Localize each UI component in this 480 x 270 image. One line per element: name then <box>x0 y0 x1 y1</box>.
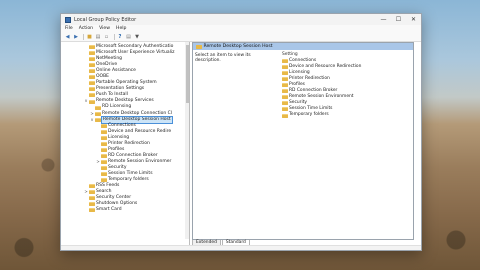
menu-help[interactable]: Help <box>116 26 126 31</box>
toolbar: ◀ ▶ ■ ▤ ▫ ? ▤ ▼ <box>61 32 421 42</box>
tree-item-label: Smart Card <box>96 207 122 213</box>
details-header-title: Remote Desktop Session Host <box>203 44 273 49</box>
folder-icon <box>282 71 288 76</box>
export-icon[interactable]: ▫ <box>103 33 110 40</box>
folder-icon <box>95 117 101 122</box>
folder-icon <box>101 159 107 164</box>
close-button[interactable]: ✕ <box>406 14 421 25</box>
folder-icon <box>101 135 107 140</box>
settings-list: Setting Connections Device and Resource R… <box>281 52 413 118</box>
minimize-button[interactable]: — <box>376 14 391 25</box>
folder-icon <box>89 81 95 86</box>
folder-icon <box>101 141 107 146</box>
help-icon[interactable]: ? <box>117 33 124 40</box>
window-controls: — ☐ ✕ <box>376 14 421 25</box>
folder-icon <box>101 147 107 152</box>
folder-icon <box>282 101 288 106</box>
maximize-button[interactable]: ☐ <box>391 14 406 25</box>
menu-bar: File Action View Help <box>61 25 421 32</box>
folder-icon <box>89 75 95 80</box>
menu-file[interactable]: File <box>65 26 73 31</box>
properties-icon[interactable]: ▤ <box>125 33 132 40</box>
folder-icon <box>282 107 288 112</box>
setting-row[interactable]: Temporary folders <box>281 112 413 118</box>
menu-action[interactable]: Action <box>79 26 93 31</box>
toolbar-separator <box>83 33 84 40</box>
details-header: Remote Desktop Session Host <box>193 43 413 50</box>
folder-icon <box>95 111 101 116</box>
filter-icon[interactable]: ▼ <box>134 33 141 40</box>
folder-icon <box>89 99 95 104</box>
folder-icon <box>89 45 95 50</box>
folder-icon <box>101 166 107 171</box>
show-tree-icon[interactable]: ▤ <box>95 33 102 40</box>
folder-icon <box>89 63 95 68</box>
folder-icon <box>282 65 288 70</box>
forward-icon[interactable]: ▶ <box>73 33 80 40</box>
folder-icon <box>89 51 95 56</box>
up-folder-icon[interactable]: ■ <box>86 33 93 40</box>
tree-list: Microsoft Secondary Authenticatio Microso… <box>61 44 189 213</box>
group-policy-editor-window: Local Group Policy Editor — ☐ ✕ File Act… <box>60 13 422 251</box>
setting-label: Temporary folders <box>289 112 329 118</box>
folder-icon <box>282 89 288 94</box>
back-icon[interactable]: ◀ <box>64 33 71 40</box>
folder-icon <box>89 196 95 201</box>
folder-icon <box>89 69 95 74</box>
folder-icon <box>282 95 288 100</box>
content-area: Microsoft Secondary Authenticatio Microso… <box>61 42 421 250</box>
folder-icon <box>89 184 95 189</box>
folder-icon <box>282 83 288 88</box>
details-pane: Remote Desktop Session Host Select an it… <box>192 42 414 240</box>
folder-icon <box>89 190 95 195</box>
folder-icon <box>89 87 95 92</box>
folder-icon <box>101 129 107 134</box>
folder-icon <box>282 59 288 64</box>
folder-icon <box>282 113 288 118</box>
folder-icon <box>95 105 101 110</box>
folder-icon <box>89 57 95 62</box>
menu-view[interactable]: View <box>99 26 110 31</box>
navigation-tree: Microsoft Secondary Authenticatio Microso… <box>61 42 189 239</box>
folder-icon <box>101 172 107 177</box>
app-icon <box>65 16 71 23</box>
folder-icon <box>196 44 202 49</box>
folder-icon <box>89 202 95 207</box>
folder-icon <box>89 93 95 98</box>
description-text: Select an item to view its description. <box>195 53 251 63</box>
folder-icon <box>101 123 107 128</box>
window-title: Local Group Policy Editor <box>74 16 137 23</box>
folder-icon <box>282 77 288 82</box>
folder-icon <box>101 178 107 183</box>
status-bar <box>61 245 421 250</box>
pane-divider[interactable] <box>189 42 190 250</box>
title-bar[interactable]: Local Group Policy Editor — ☐ ✕ <box>61 14 421 25</box>
tree-item[interactable]: Smart Card <box>61 207 189 213</box>
folder-icon <box>101 153 107 158</box>
toolbar-separator <box>113 33 115 40</box>
folder-icon <box>89 208 95 213</box>
